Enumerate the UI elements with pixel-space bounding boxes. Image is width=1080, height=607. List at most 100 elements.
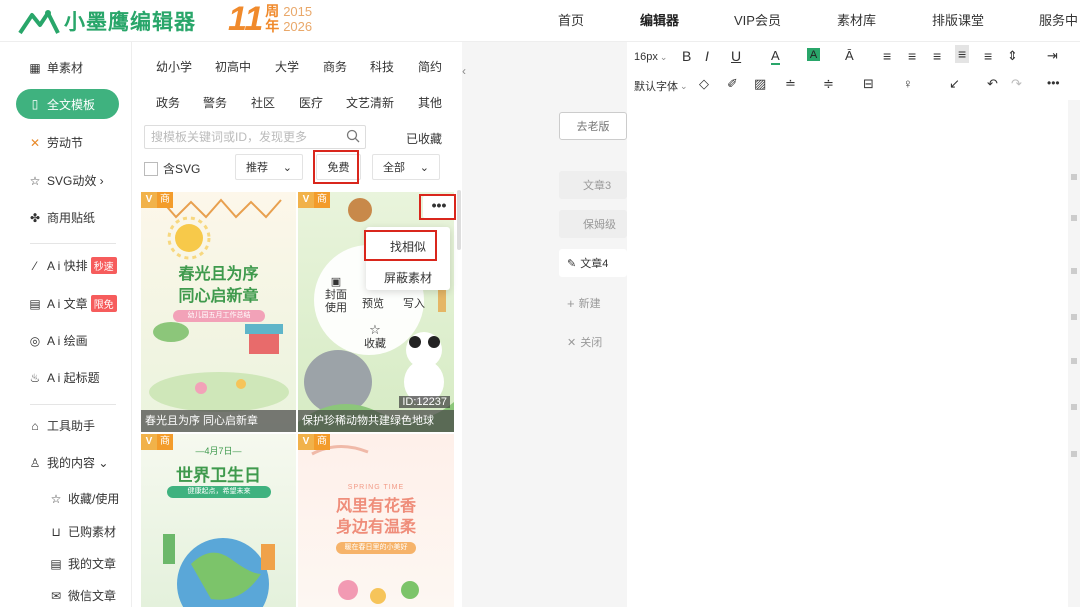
image-icon[interactable]: ▨ [754, 76, 766, 92]
sidebar-item-labor[interactable]: ✕ 劳动节 [27, 134, 83, 151]
nav-editor[interactable]: 编辑器 [640, 0, 679, 42]
eraser-icon[interactable]: ◇ [699, 76, 709, 92]
format-painter-icon[interactable]: ✐ [727, 76, 738, 92]
align-center-icon[interactable]: ≡ [908, 48, 916, 64]
collect-button[interactable]: ☆ 收藏 [362, 323, 388, 351]
brand-logo[interactable]: 小墨鹰编辑器 [18, 6, 196, 36]
close-document-button[interactable]: ✕ 关闭 [559, 328, 627, 356]
category-tag[interactable]: 初高中 [215, 58, 251, 75]
lightbulb-icon[interactable]: ♀ [903, 76, 913, 91]
undo-icon[interactable]: ↶ [987, 76, 998, 92]
align-right-icon[interactable]: ≡ [933, 48, 941, 64]
preview-button[interactable]: 预览 [362, 298, 384, 311]
category-tag[interactable]: 医疗 [299, 94, 323, 111]
document-icon: ▤ [29, 296, 41, 311]
exit-icon[interactable]: ⇥ [1047, 48, 1058, 64]
indent-icon[interactable]: ≡ [984, 48, 992, 64]
italic-icon[interactable]: I [705, 48, 709, 64]
side-marker [1071, 451, 1077, 457]
align-left-icon[interactable]: ≡ [883, 48, 891, 64]
sidebar-item-svg[interactable]: ☆ SVG动效 › [27, 172, 104, 189]
template-card[interactable]: SPRING TIME 风里有花香 身边有温柔 暖在春日里的小美好 V商 [298, 434, 454, 607]
category-tag[interactable]: 其他 [418, 94, 442, 111]
sidebar-item-ai-article[interactable]: ▤ A i 文章 限免 [27, 295, 117, 312]
font-size-select[interactable]: 16px ⌄ [634, 51, 667, 63]
underline-icon[interactable]: U [731, 48, 741, 64]
side-marker [1071, 358, 1077, 364]
left-sidebar: ▦ 单素材 ▯ 全文模板 ✕ 劳动节 ☆ SVG动效 › ✤ 商用贴纸 ⁄ A i 快排 秒速… [0, 42, 132, 607]
divider-line-icon[interactable]: ≐ [785, 76, 796, 92]
sidebar-item-fulltpl[interactable]: ▯ 全文模板 [16, 89, 119, 119]
category-tag[interactable]: 警务 [203, 94, 227, 111]
sidebar-item-ai-title[interactable]: ♨ A i 起标题 [27, 369, 100, 386]
svg-checkbox[interactable]: 含SVG [144, 160, 200, 177]
plus-icon: + [567, 295, 575, 311]
template-card[interactable]: 春光且为序 同心启新章 幼儿园五月工作总结 V商 春光且为序 同心启新章 [141, 192, 296, 432]
chevron-down-icon: ⌄ [419, 161, 429, 174]
sidebar-item-myarticle[interactable]: ▤ 我的文章 [48, 555, 116, 572]
sidebar-item-fav[interactable]: ☆ 收藏/使用 [48, 490, 120, 507]
category-tag[interactable]: 科技 [370, 58, 394, 75]
badge-speed: 秒速 [90, 257, 117, 274]
new-document-button[interactable]: + 新建 [559, 289, 627, 317]
category-tag[interactable]: 商务 [323, 58, 347, 75]
write-button[interactable]: 写入 [403, 298, 425, 311]
arrow-icon[interactable]: ↙ [949, 76, 960, 92]
search-icon[interactable] [346, 129, 360, 143]
paragraph-icon[interactable]: ⊟ [863, 76, 874, 92]
cart-icon: ⊔ [51, 524, 61, 539]
anniversary-line-2: 年 2026 [265, 18, 313, 35]
highlight-color-icon[interactable]: A [807, 48, 820, 61]
nav-materials[interactable]: 素材库 [837, 0, 876, 42]
doc-tab-article3[interactable]: 文章3 [559, 171, 627, 199]
line-height-icon[interactable]: ⇕ [1007, 48, 1018, 64]
ai-icon: ⁄ [33, 258, 36, 273]
template-search-input[interactable] [144, 125, 366, 149]
category-tag[interactable]: 幼小学 [156, 58, 192, 75]
font-family-select[interactable]: 默认字体 ⌄ [634, 78, 688, 94]
category-tag[interactable]: 大学 [275, 58, 299, 75]
nav-service[interactable]: 服务中 [1039, 0, 1080, 42]
category-tag[interactable]: 政务 [156, 94, 180, 111]
brand-name: 小墨鹰编辑器 [64, 11, 196, 34]
editor-area[interactable]: 16px ⌄ B I U A A Ā ≡ ≡ ≡ ≡ ≡ ⇕ ⇥ 默认字体 ⌄ ◇ … [627, 42, 1080, 607]
cover-use-button[interactable]: ▣ 封面 使用 [322, 276, 350, 315]
doc-tab-article4[interactable]: ✎ 文章4 [559, 249, 627, 277]
nav-course[interactable]: 排版课堂 [932, 0, 984, 42]
star-icon: ☆ [29, 173, 41, 188]
panel-scrollbar[interactable] [457, 190, 461, 250]
block-material-item[interactable]: 屏蔽素材 [366, 269, 450, 286]
sort-dropdown[interactable]: 推荐 ⌄ [235, 154, 303, 180]
more-tools-icon[interactable]: ••• [1047, 76, 1060, 90]
font-color-icon[interactable]: A [771, 48, 780, 65]
sidebar-item-ai-paint[interactable]: ◎ A i 绘画 [27, 332, 88, 349]
sidebar-item-mine[interactable]: ♙ 我的内容 ⌄ [27, 454, 109, 471]
checkbox-box[interactable] [144, 161, 158, 176]
sidebar-item-tools[interactable]: ⌂ 工具助手 [27, 417, 95, 434]
doc-tab-nanny[interactable]: 保姆级 [559, 210, 627, 238]
scope-dropdown[interactable]: 全部 ⌄ [372, 154, 440, 180]
collapse-panel-button[interactable]: ‹ [462, 64, 474, 94]
saved-link[interactable]: 已收藏 [406, 130, 442, 147]
sidebar-item-ai-quick[interactable]: ⁄ A i 快排 秒速 [27, 257, 117, 274]
nav-vip[interactable]: VIP会员 [734, 0, 781, 42]
spacing-icon[interactable]: ≑ [823, 76, 834, 92]
nav-home[interactable]: 首页 [558, 0, 584, 42]
category-tag[interactable]: 社区 [251, 94, 275, 111]
category-tag[interactable]: 简约 [418, 58, 442, 75]
align-justify-icon[interactable]: ≡ [955, 45, 970, 63]
card-title: 风里有花香 身边有温柔 [335, 498, 416, 536]
vip-badge: V商 [141, 434, 173, 450]
card-illustration [163, 534, 275, 607]
redo-icon[interactable]: ↷ [1011, 76, 1022, 92]
old-version-button[interactable]: 去老版 [559, 112, 627, 140]
sidebar-item-single[interactable]: ▦ 单素材 [27, 59, 83, 76]
star-icon: ☆ [50, 491, 62, 506]
sidebar-item-wechat[interactable]: ✉ 微信文章 [48, 587, 116, 604]
bold-icon[interactable]: B [682, 48, 691, 64]
category-tag[interactable]: 文艺清新 [346, 94, 394, 111]
clear-format-icon[interactable]: Ā [845, 48, 854, 63]
sidebar-item-bought[interactable]: ⊔ 已购素材 [48, 523, 116, 540]
template-card[interactable]: —4月7日— 世界卫生日 健康起点，希望未来 V商 [141, 434, 296, 607]
sidebar-item-sticker[interactable]: ✤ 商用贴纸 [27, 209, 95, 226]
